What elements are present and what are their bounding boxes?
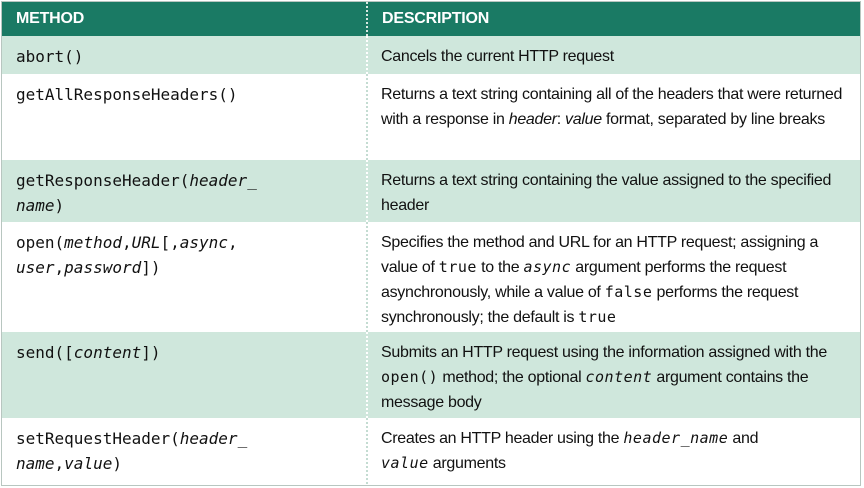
- description-cell: Specifies the method and URL for an HTTP…: [367, 222, 860, 332]
- method-punctuation: ,: [54, 258, 65, 277]
- method-punctuation: ): [54, 196, 65, 215]
- description-column-header: DESCRIPTION: [367, 2, 860, 36]
- method-argument: content: [73, 343, 142, 362]
- method-punctuation: [,: [160, 233, 180, 252]
- xmlhttprequest-methods-table: METHOD DESCRIPTION abort() Cancels the c…: [2, 2, 860, 484]
- description-text: arguments: [428, 455, 506, 472]
- description-italic-term: header: [508, 111, 557, 128]
- table-row-getallresponseheaders: getAllResponseHeaders() Returns a text s…: [2, 74, 860, 160]
- description-cell: Creates an HTTP header using the header_…: [367, 418, 860, 484]
- method-cell: send([content]): [2, 332, 368, 418]
- description-code-term: false: [604, 283, 653, 301]
- method-argument: user: [16, 258, 55, 277]
- methods-table-frame: METHOD DESCRIPTION abort() Cancels the c…: [1, 1, 861, 486]
- description-text: Cancels the current HTTP request: [381, 48, 614, 65]
- method-argument: value: [64, 454, 113, 473]
- method-argument: header_: [189, 171, 257, 190]
- description-cell: Returns a text string containing all of …: [367, 74, 860, 160]
- description-text: format, separated by line breaks: [601, 111, 825, 128]
- method-argument: header_: [179, 429, 248, 448]
- method-cell: getAllResponseHeaders(): [2, 74, 368, 160]
- description-code-argument: value: [381, 454, 429, 472]
- method-punctuation: ): [112, 454, 122, 473]
- table-row-send: send([content]) Submits an HTTP request …: [2, 332, 860, 418]
- method-cell: getResponseHeader(header_name): [2, 160, 368, 222]
- method-argument: method: [64, 233, 122, 252]
- description-code-argument: header_name: [623, 429, 729, 447]
- method-cell: open(method,URL[,async, user,password]): [2, 222, 368, 332]
- method-argument: name: [16, 196, 55, 215]
- method-name: getResponseHeader(: [16, 171, 190, 190]
- description-cell: Cancels the current HTTP request: [367, 36, 860, 74]
- description-code-argument: content: [585, 368, 653, 386]
- method-punctuation: ]): [141, 258, 161, 277]
- description-italic-term: value: [565, 111, 602, 128]
- method-argument: async: [179, 233, 228, 252]
- description-text: :: [556, 111, 566, 128]
- table-header-row: METHOD DESCRIPTION: [2, 2, 860, 36]
- method-cell: abort(): [2, 36, 368, 74]
- description-text: Submits an HTTP request using the inform…: [381, 344, 827, 361]
- method-name: send([: [16, 343, 74, 362]
- description-text: Creates an HTTP header using the: [381, 430, 624, 447]
- method-punctuation: ,: [227, 233, 238, 252]
- description-code-term: true: [578, 308, 617, 326]
- table-row-open: open(method,URL[,async, user,password]) S…: [2, 222, 860, 332]
- description-code-argument: async: [523, 258, 572, 276]
- method-name: getAllResponseHeaders(): [16, 85, 238, 104]
- method-argument: URL: [131, 233, 161, 252]
- table-row-setrequestheader: setRequestHeader(header_ name,value) Crea…: [2, 418, 860, 484]
- method-argument: name: [16, 454, 55, 473]
- description-cell: Returns a text string containing the val…: [367, 160, 860, 222]
- method-column-header: METHOD: [2, 2, 368, 36]
- method-punctuation: ]): [141, 343, 161, 362]
- method-name: open(: [16, 233, 65, 252]
- method-name: setRequestHeader(: [16, 429, 180, 448]
- table-row-abort: abort() Cancels the current HTTP request: [2, 36, 860, 74]
- description-code-term: open(): [381, 368, 439, 386]
- method-argument: password: [64, 258, 142, 277]
- description-text: method; the optional: [438, 369, 586, 386]
- method-cell: setRequestHeader(header_name,value): [2, 418, 368, 484]
- description-cell: Submits an HTTP request using the inform…: [367, 332, 860, 418]
- method-punctuation: ,: [54, 454, 65, 473]
- description-text: Returns a text string containing the val…: [381, 172, 832, 214]
- method-punctuation: ,: [121, 233, 132, 252]
- description-text: and: [728, 430, 759, 447]
- description-code-term: true: [438, 258, 477, 276]
- method-name: abort(): [16, 47, 84, 66]
- description-text: to the: [476, 259, 524, 276]
- table-row-getresponseheader: getResponseHeader(header_name) Returns a…: [2, 160, 860, 222]
